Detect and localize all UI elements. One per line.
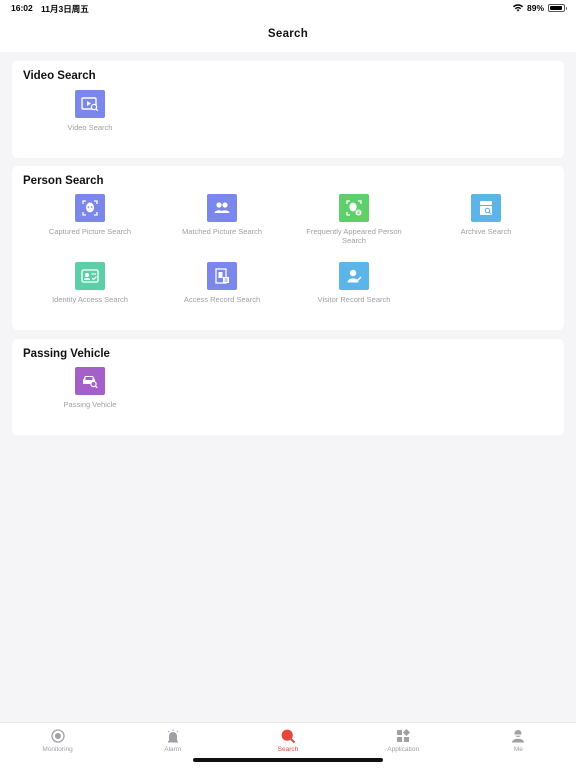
section-title: Person Search bbox=[23, 175, 104, 187]
application-icon bbox=[396, 729, 411, 743]
frequently-appeared-person-search-tile[interactable]: 3 Frequently Appeared Person Search bbox=[288, 194, 420, 245]
tab-label: Me bbox=[513, 746, 523, 753]
id-card-icon bbox=[75, 262, 105, 290]
face-capture-icon bbox=[75, 194, 105, 222]
tab-me[interactable]: Me bbox=[461, 723, 576, 768]
navigation-bar: Search bbox=[0, 16, 576, 52]
tile-label: Frequently Appeared Person Search bbox=[306, 227, 402, 245]
search-icon bbox=[281, 729, 295, 743]
tile-label: Archive Search bbox=[460, 227, 512, 236]
wifi-icon bbox=[512, 4, 523, 12]
access-record-search-tile[interactable]: Access Record Search bbox=[156, 262, 288, 304]
identity-access-search-tile[interactable]: Identity Access Search bbox=[24, 262, 156, 304]
tile-label: Matched Picture Search bbox=[181, 227, 263, 236]
archive-search-tile[interactable]: Archive Search bbox=[420, 194, 552, 236]
people-icon bbox=[207, 194, 237, 222]
battery-percent: 89% bbox=[526, 3, 544, 13]
tab-monitoring[interactable]: Monitoring bbox=[0, 723, 115, 768]
access-record-icon bbox=[207, 262, 237, 290]
tab-label: Monitoring bbox=[42, 746, 73, 753]
home-indicator[interactable] bbox=[193, 758, 383, 762]
battery-fill bbox=[550, 6, 562, 10]
video-search-icon bbox=[75, 90, 105, 118]
captured-picture-search-tile[interactable]: Captured Picture Search bbox=[24, 194, 156, 236]
status-time: 16:02 bbox=[11, 3, 33, 13]
video-search-section: Video Search Video Search bbox=[12, 61, 564, 158]
visitor-icon bbox=[339, 262, 369, 290]
frequent-person-icon: 3 bbox=[339, 194, 369, 222]
tile-label: Captured Picture Search bbox=[48, 227, 132, 236]
tile-label: Passing Vehicle bbox=[63, 400, 117, 409]
tab-label: Application bbox=[387, 746, 420, 753]
alarm-icon bbox=[166, 729, 180, 743]
tile-label: Video Search bbox=[67, 123, 113, 132]
tab-label: Search bbox=[277, 746, 299, 753]
passing-vehicle-tile[interactable]: Passing Vehicle bbox=[24, 367, 156, 409]
svg-text:3: 3 bbox=[357, 210, 360, 216]
person-search-section: Person Search Captured Picture Search Ma… bbox=[12, 166, 564, 330]
page-title: Search bbox=[267, 28, 309, 40]
tile-label: Visitor Record Search bbox=[317, 295, 391, 304]
status-bar: 16:02 11月3日周五 89% bbox=[0, 0, 576, 16]
tile-label: Identity Access Search bbox=[52, 295, 128, 304]
battery-icon bbox=[548, 4, 567, 12]
section-title: Video Search bbox=[23, 70, 96, 82]
video-search-tile[interactable]: Video Search bbox=[24, 90, 156, 132]
section-title: Passing Vehicle bbox=[23, 348, 110, 360]
monitoring-icon bbox=[50, 729, 65, 743]
passing-vehicle-section: Passing Vehicle Passing Vehicle bbox=[12, 339, 564, 435]
matched-picture-search-tile[interactable]: Matched Picture Search bbox=[156, 194, 288, 236]
visitor-record-search-tile[interactable]: Visitor Record Search bbox=[288, 262, 420, 304]
status-indicators: 89% bbox=[512, 3, 567, 13]
status-date: 11月3日周五 bbox=[41, 4, 89, 14]
tile-label: Access Record Search bbox=[183, 295, 261, 304]
me-icon bbox=[511, 729, 525, 743]
tab-label: Alarm bbox=[164, 746, 182, 753]
archive-search-icon bbox=[471, 194, 501, 222]
vehicle-search-icon bbox=[75, 367, 105, 395]
